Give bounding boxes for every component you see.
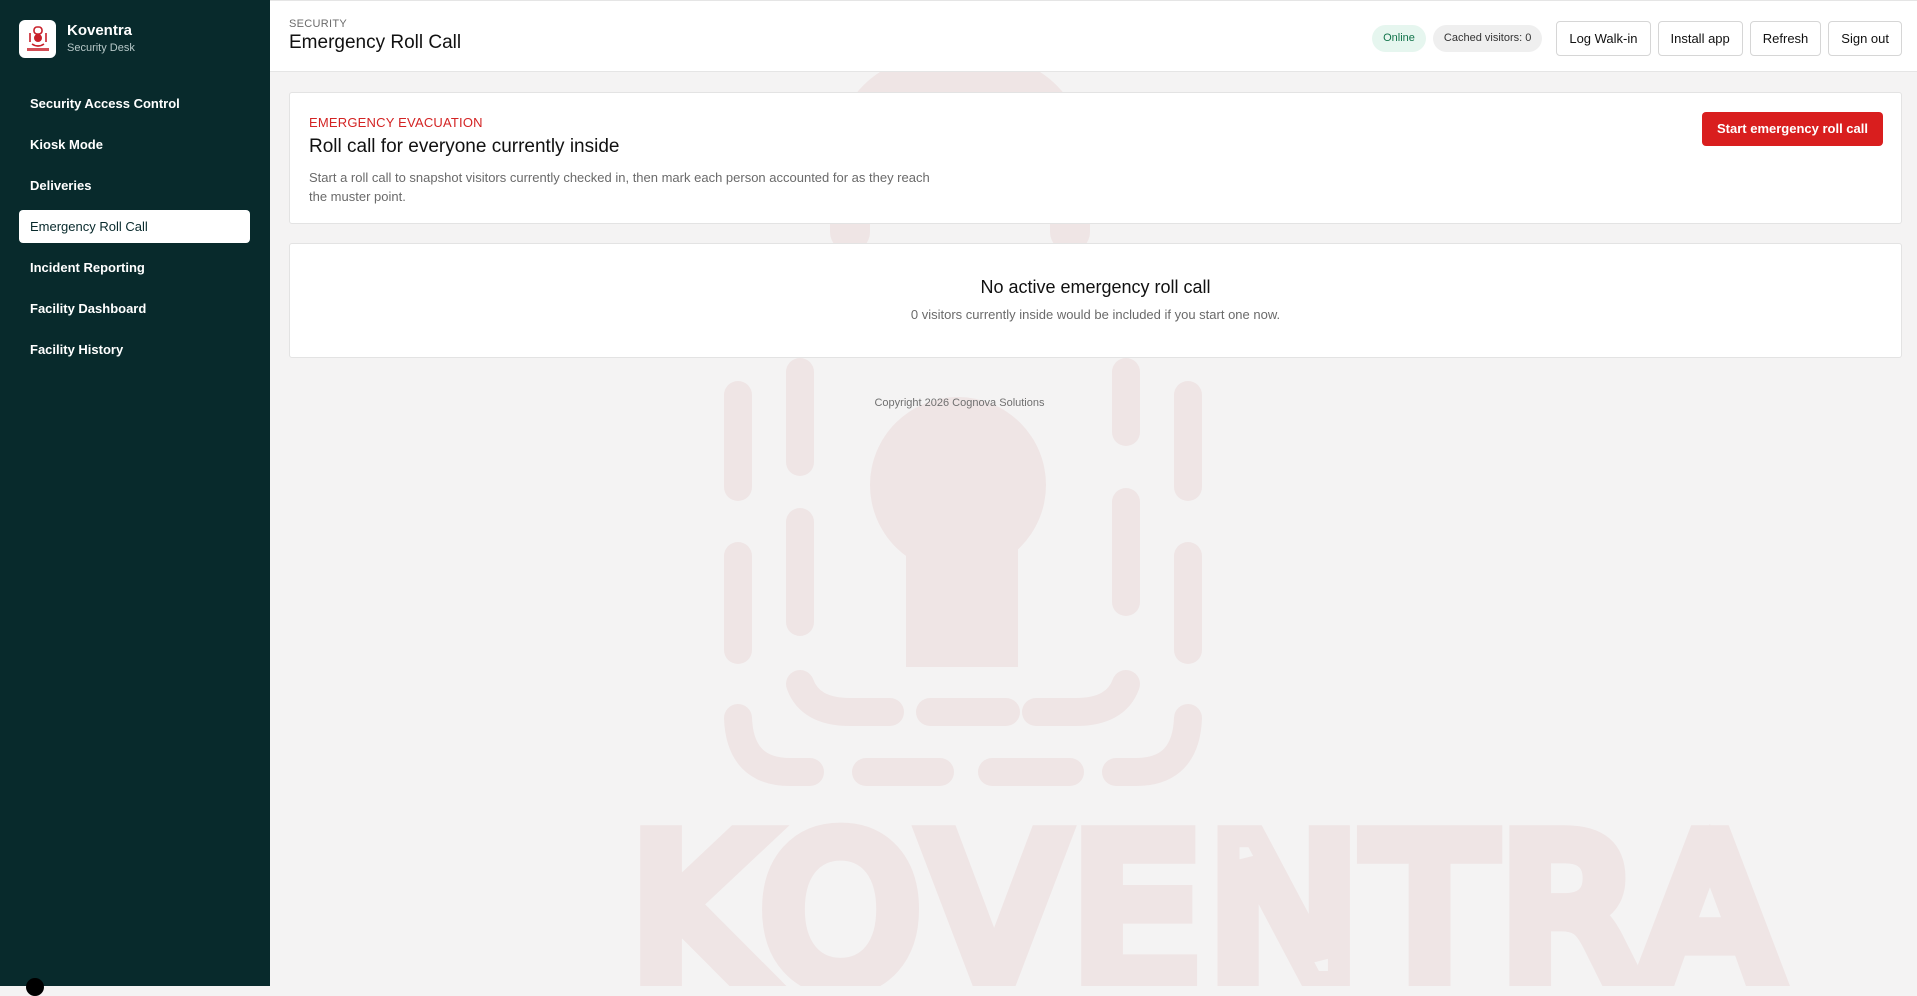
koventra-logo-icon — [19, 20, 56, 58]
refresh-button[interactable]: Refresh — [1749, 21, 1822, 56]
sidebar-item-deliveries[interactable]: Deliveries — [19, 169, 250, 202]
user-avatar[interactable] — [26, 978, 44, 996]
evacuation-card: EMERGENCY EVACUATION Roll call for every… — [289, 92, 1902, 224]
breadcrumb: SECURITY — [289, 18, 348, 30]
sidebar: Koventra Security Desk Security Access C… — [0, 0, 270, 996]
sign-out-button[interactable]: Sign out — [1828, 21, 1902, 56]
sidebar-item-kiosk-mode[interactable]: Kiosk Mode — [19, 128, 250, 161]
evacuation-title: Roll call for everyone currently inside — [309, 136, 620, 157]
brand-subtitle: Security Desk — [67, 42, 135, 54]
empty-state-description: 0 visitors currently inside would be inc… — [910, 307, 1281, 322]
sidebar-nav: Security Access Control Kiosk Mode Deliv… — [19, 87, 250, 374]
svg-text:KOVENTRA: KOVENTRA — [632, 797, 1789, 986]
empty-state-title: No active emergency roll call — [980, 277, 1211, 297]
brand-name: Koventra — [67, 22, 133, 39]
evacuation-description: Start a roll call to snapshot visitors c… — [309, 170, 930, 204]
copyright-text: Copyright 2026 Cognova Solutions — [874, 397, 1045, 409]
sidebar-item-facility-history[interactable]: Facility History — [19, 333, 250, 366]
sidebar-item-facility-dashboard[interactable]: Facility Dashboard — [19, 292, 250, 325]
sidebar-item-security-access-control[interactable]: Security Access Control — [19, 87, 250, 120]
sidebar-item-incident-reporting[interactable]: Incident Reporting — [19, 251, 250, 284]
footer: Copyright 2026 Cognova Solutions — [270, 397, 1917, 409]
start-roll-call-button[interactable]: Start emergency roll call — [1701, 112, 1883, 146]
evacuation-label: EMERGENCY EVACUATION — [309, 115, 483, 130]
online-status-badge: Online — [1372, 25, 1426, 52]
brand[interactable]: Koventra Security Desk — [19, 20, 135, 58]
main-content: KOVENTRA EMERGENCY EVACUATION Roll call … — [270, 72, 1917, 986]
roll-call-status-card: No active emergency roll call 0 visitors… — [289, 243, 1902, 358]
top-actions: Online Cached visitors: 0 Log Walk-in In… — [1372, 21, 1902, 56]
top-bar: SECURITY Emergency Roll Call Online Cach… — [270, 0, 1917, 72]
install-app-button[interactable]: Install app — [1657, 21, 1743, 56]
sidebar-item-emergency-roll-call[interactable]: Emergency Roll Call — [19, 210, 250, 243]
page-title: Emergency Roll Call — [289, 32, 462, 53]
log-walk-in-button[interactable]: Log Walk-in — [1556, 21, 1651, 56]
cached-visitors-badge: Cached visitors: 0 — [1432, 25, 1543, 52]
